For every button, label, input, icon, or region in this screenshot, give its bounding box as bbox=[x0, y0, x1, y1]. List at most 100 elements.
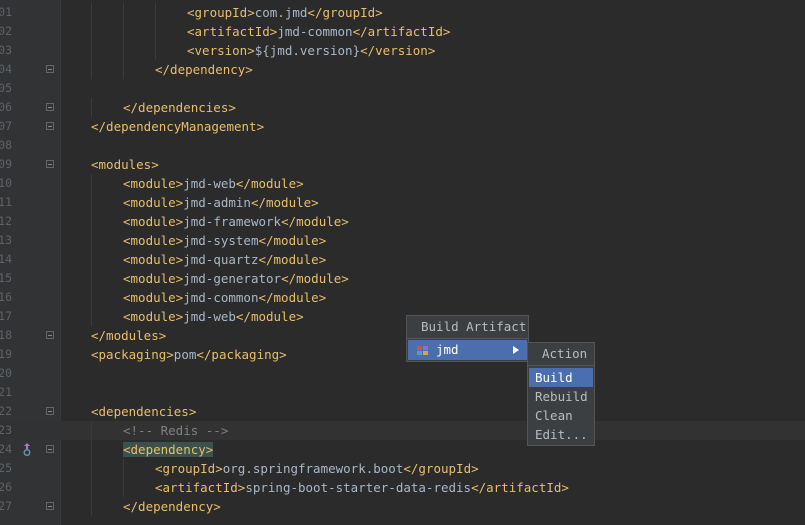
code-line[interactable]: 18 </modules> bbox=[0, 326, 805, 345]
action-build[interactable]: Build bbox=[529, 368, 593, 387]
fold-marker-icon[interactable] bbox=[46, 407, 54, 415]
fold-marker-icon[interactable] bbox=[46, 160, 54, 168]
line-number-text: 24 bbox=[0, 442, 12, 456]
xml-tag: </packaging> bbox=[196, 347, 287, 362]
line-number: 09 bbox=[0, 155, 12, 174]
code-line[interactable]: 23 <!-- Redis --> bbox=[0, 421, 805, 440]
xml-tag: </module> bbox=[235, 176, 304, 191]
artifact-icon bbox=[417, 346, 428, 355]
xml-tag: <module> bbox=[123, 290, 184, 305]
code-line[interactable]: 15 <module>jmd-generator</module> bbox=[0, 269, 805, 288]
xml-tag: </module> bbox=[258, 290, 327, 305]
line-number-text: 17 bbox=[0, 309, 12, 323]
line-number-text: 09 bbox=[0, 157, 12, 171]
fold-marker-icon[interactable] bbox=[46, 103, 54, 111]
xml-tag: </module> bbox=[281, 214, 349, 229]
line-number: 01 bbox=[0, 3, 12, 22]
code-line[interactable]: 22 <dependencies> bbox=[0, 402, 805, 421]
fold-marker-icon[interactable] bbox=[46, 445, 54, 453]
code-line[interactable]: 02 <artifactId>jmd-common</artifactId> bbox=[0, 22, 805, 41]
code-line[interactable]: 19 <packaging>pom</packaging> bbox=[0, 345, 805, 364]
code-text: <module>jmd-common</module> bbox=[123, 288, 326, 307]
line-number: 18 bbox=[0, 326, 12, 345]
indent-guide bbox=[91, 269, 92, 288]
xml-tag: <artifactId> bbox=[187, 24, 278, 39]
line-number-text: 20 bbox=[0, 366, 12, 380]
action-rebuild[interactable]: Rebuild bbox=[528, 387, 594, 406]
line-number: 04 bbox=[0, 60, 12, 79]
xml-tag: </module> bbox=[250, 195, 319, 210]
indent-guide bbox=[123, 3, 124, 22]
line-number-text: 23 bbox=[0, 423, 12, 437]
indent-guide bbox=[91, 41, 92, 60]
line-number: 20 bbox=[0, 364, 12, 383]
xml-tag: </artifactId> bbox=[471, 480, 569, 495]
code-line[interactable]: 27 </dependency> bbox=[0, 497, 805, 516]
line-number-text: 03 bbox=[0, 43, 12, 57]
line-number-text: 26 bbox=[0, 480, 12, 494]
indent-guide bbox=[91, 174, 92, 193]
line-number-text: 11 bbox=[0, 195, 12, 209]
line-number: 02 bbox=[0, 22, 12, 41]
code-line[interactable]: 20 bbox=[0, 364, 805, 383]
line-number-text: 16 bbox=[0, 290, 12, 304]
xml-tag: </dependency> bbox=[123, 499, 221, 514]
code-line[interactable]: 25 <groupId>org.springframework.boot</gro… bbox=[0, 459, 805, 478]
xml-tag: </version> bbox=[360, 43, 436, 58]
code-line[interactable]: 03 <version>${jmd.version}</version> bbox=[0, 41, 805, 60]
code-text: <packaging>pom</packaging> bbox=[91, 345, 287, 364]
line-number: 03 bbox=[0, 41, 12, 60]
code-text: <module>jmd-admin</module> bbox=[123, 193, 319, 212]
fold-marker-icon[interactable] bbox=[46, 65, 54, 73]
fold-marker-icon[interactable] bbox=[46, 122, 54, 130]
line-number-text: 13 bbox=[0, 233, 12, 247]
code-line[interactable]: 26 <artifactId>spring-boot-starter-data-r… bbox=[0, 478, 805, 497]
code-editor[interactable]: 01 <groupId>com.jmd</groupId> 02 <artifactI… bbox=[0, 3, 805, 516]
line-number-text: 12 bbox=[0, 214, 12, 228]
xml-text: jmd-common bbox=[183, 290, 259, 305]
code-text: <modules> bbox=[91, 155, 159, 174]
xml-text: ${jmd.version} bbox=[254, 43, 361, 58]
line-number-text: 05 bbox=[0, 81, 12, 95]
code-line[interactable]: 21 bbox=[0, 383, 805, 402]
line-number: 17 bbox=[0, 307, 12, 326]
code-text: <module>jmd-generator</module> bbox=[123, 269, 349, 288]
line-number: 07 bbox=[0, 117, 12, 136]
code-line[interactable]: 10 <module>jmd-web</module> bbox=[0, 174, 805, 193]
xml-tag: </module> bbox=[281, 271, 349, 286]
code-line[interactable]: 17 <module>jmd-web</module> bbox=[0, 307, 805, 326]
xml-tag: </module> bbox=[258, 233, 327, 248]
code-line[interactable]: 04 </dependency> bbox=[0, 60, 805, 79]
indent-guide bbox=[91, 22, 92, 41]
artifact-item-jmd[interactable]: jmd bbox=[408, 340, 527, 360]
code-line[interactable]: 16 <module>jmd-common</module> bbox=[0, 288, 805, 307]
fold-marker-icon[interactable] bbox=[46, 502, 54, 510]
line-number-text: 08 bbox=[0, 138, 12, 152]
xml-text: com.jmd bbox=[254, 5, 308, 20]
code-line[interactable]: 24 <dependency> bbox=[0, 440, 805, 459]
action-clean[interactable]: Clean bbox=[528, 406, 594, 425]
code-line[interactable]: 14 <module>jmd-quartz</module> bbox=[0, 250, 805, 269]
action-edit[interactable]: Edit... bbox=[528, 425, 594, 444]
indent-guide bbox=[91, 193, 92, 212]
code-line[interactable]: 06 </dependencies> bbox=[0, 98, 805, 117]
indent-guide bbox=[91, 3, 92, 22]
implemented-marker-icon[interactable] bbox=[21, 443, 33, 456]
code-line[interactable]: 08 bbox=[0, 136, 805, 155]
code-line[interactable]: 01 <groupId>com.jmd</groupId> bbox=[0, 3, 805, 22]
fold-marker-icon[interactable] bbox=[46, 331, 54, 339]
code-line[interactable]: 11 <module>jmd-admin</module> bbox=[0, 193, 805, 212]
xml-tag: <version> bbox=[187, 43, 255, 58]
line-number: 26 bbox=[0, 478, 12, 497]
code-line[interactable]: 12 <module>jmd-framework</module> bbox=[0, 212, 805, 231]
code-line[interactable]: 07 </dependencyManagement> bbox=[0, 117, 805, 136]
code-line[interactable]: 05 bbox=[0, 79, 805, 98]
code-line[interactable]: 09 <modules> bbox=[0, 155, 805, 174]
code-text: <groupId>org.springframework.boot</group… bbox=[155, 459, 479, 478]
code-line[interactable]: 13 <module>jmd-system</module> bbox=[0, 231, 805, 250]
indent-guide bbox=[91, 421, 92, 440]
xml-tag: </dependencies> bbox=[123, 100, 236, 115]
code-text: <dependencies> bbox=[91, 402, 196, 421]
line-number-text: 10 bbox=[0, 176, 12, 190]
artifact-item-label: jmd bbox=[436, 342, 459, 357]
